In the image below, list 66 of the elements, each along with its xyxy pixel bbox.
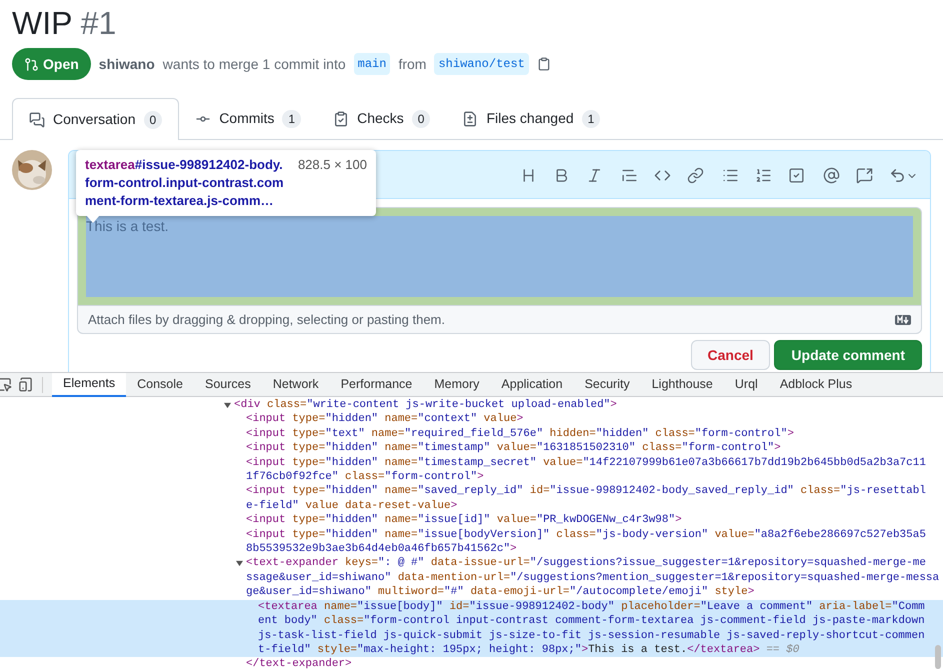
inspect-element-icon[interactable] bbox=[0, 377, 12, 392]
devtools-tab[interactable]: Console bbox=[126, 372, 194, 396]
devtools-tab[interactable]: Lighthouse bbox=[640, 372, 724, 396]
link-icon[interactable] bbox=[687, 167, 704, 184]
quote-icon[interactable] bbox=[621, 167, 638, 184]
reference-icon[interactable] bbox=[856, 167, 873, 184]
device-toolbar-icon[interactable] bbox=[18, 377, 33, 392]
dom-code-line[interactable]: <input type="text" name="required_field_576e" hidden="hidden" class="form-control"> bbox=[246, 428, 794, 440]
expanded-triangle-icon[interactable] bbox=[236, 560, 243, 568]
conversation-tab-icon bbox=[29, 112, 45, 128]
pull-request-tab[interactable]: Files changed 1 bbox=[446, 98, 616, 139]
devtools-tab[interactable]: Security bbox=[574, 372, 641, 396]
dom-code-line[interactable]: </text-expander> bbox=[246, 658, 352, 669]
dom-code-line[interactable]: <input type="hidden" name="saved_reply_id" id="issue-998912402-body_saved_reply_id" class="js-resettabl bbox=[246, 485, 926, 498]
cancel-button[interactable]: Cancel bbox=[690, 340, 770, 370]
dom-code-line[interactable]: ge&user_id=shiwano" multiword="#" data-emoji-url="/autocomplete/emoji" style> bbox=[246, 586, 754, 598]
devtools-tab[interactable]: Application bbox=[490, 372, 574, 396]
dom-code-line[interactable]: e-field" value data-reset-value> bbox=[246, 500, 458, 512]
expanded-triangle-icon[interactable] bbox=[224, 402, 231, 409]
dom-code-line[interactable]: <input type="hidden" name="timestamp_secret" value="14f22107999b61e07a3b66617b7dd19b2b645bb0d5a2b3a7c11 bbox=[246, 456, 926, 469]
dom-code-line[interactable]: <input type="hidden" name="issue[bodyVersion]" class="js-body-version" value="a8a2f6ebe286697c527eb35a5 bbox=[246, 528, 926, 541]
devtools-tab[interactable]: Performance bbox=[330, 372, 424, 396]
markdown-icon bbox=[895, 314, 911, 324]
pull-request-icon bbox=[24, 56, 39, 72]
numbered-list-icon[interactable] bbox=[755, 167, 772, 184]
count-badge: 0 bbox=[144, 110, 162, 128]
mention-icon[interactable] bbox=[823, 167, 840, 184]
devtools-tab[interactable]: Adblock Plus bbox=[768, 372, 864, 396]
dom-code-line[interactable]: <input type="hidden" name="timestamp" value="1631851502310" class="form-control"> bbox=[246, 442, 781, 454]
pull-request-title: WIP #1 bbox=[12, 4, 118, 43]
dom-code-line[interactable]: <input type="hidden" name="issue[id]" value="PR_kwDOGENw_c4r3w98"> bbox=[246, 514, 682, 526]
count-badge: 1 bbox=[582, 110, 600, 128]
base-branch-label[interactable]: main bbox=[354, 53, 390, 75]
scrollbar-thumb[interactable] bbox=[935, 645, 941, 669]
file-attach-bar[interactable]: Attach files by dragging & dropping, selecting or pasting them. bbox=[77, 305, 922, 334]
devtools-tab[interactable]: Network bbox=[262, 372, 330, 396]
pull-request-tab[interactable]: Checks 0 bbox=[317, 98, 446, 139]
reply-icon[interactable] bbox=[889, 167, 918, 184]
count-badge: 0 bbox=[412, 110, 430, 128]
pull-request-tab[interactable]: Conversation 0 bbox=[12, 98, 180, 140]
files-tab-icon bbox=[462, 110, 478, 126]
element-size-text: 828.5 × 100 bbox=[298, 156, 367, 174]
dom-code-line[interactable]: <input type="hidden" name="context" value> bbox=[246, 413, 524, 426]
checks-tab-icon bbox=[333, 110, 350, 126]
dom-code-line[interactable]: <div class="write-content js-write-bucket upload-enabled"> bbox=[234, 399, 617, 411]
merge-summary-text: wants to merge 1 commit into bbox=[162, 54, 346, 74]
devtools-tab[interactable]: Memory bbox=[423, 372, 490, 396]
from-text: from bbox=[398, 54, 426, 74]
status-badge: Open bbox=[12, 48, 91, 80]
count-badge: 1 bbox=[282, 110, 302, 128]
element-selector-text: textarea#issue-998912402-body.form-control.input-contrast.comment-form-textarea.js-comm… bbox=[85, 156, 285, 210]
copy-icon[interactable] bbox=[536, 57, 551, 71]
update-comment-button[interactable]: Update comment bbox=[774, 340, 922, 370]
dom-code-line[interactable]: 8b5539532e9b3ae3b64d4eb0a46fb657b41562c"> bbox=[246, 543, 517, 556]
head-branch-label[interactable]: shiwano/test bbox=[434, 53, 529, 75]
bulleted-list-icon[interactable] bbox=[722, 167, 739, 184]
author-link[interactable]: shiwano bbox=[98, 54, 155, 74]
devtools-tab[interactable]: Urql bbox=[724, 372, 769, 396]
task-list-icon[interactable] bbox=[788, 167, 805, 184]
dom-code-line[interactable]: <text-expander keys=": @ #" data-issue-url="/suggestions?issue_suggester=1&repository=squashed-merge-me bbox=[246, 557, 926, 570]
dom-code-line[interactable]: ssage&user_id=shiwano" data-mention-url="/suggestions?mention_suggester=1&repository=squashed-merge-messa bbox=[246, 572, 940, 584]
devtools-tab[interactable]: Elements bbox=[52, 372, 126, 396]
devtools-tab[interactable]: Sources bbox=[194, 372, 262, 396]
dom-code-line[interactable]: 1f76cb0f92fce" class="form-control"> bbox=[246, 471, 484, 484]
italic-icon[interactable] bbox=[586, 167, 603, 184]
pull-request-tab[interactable]: Commits 1 bbox=[179, 98, 318, 139]
